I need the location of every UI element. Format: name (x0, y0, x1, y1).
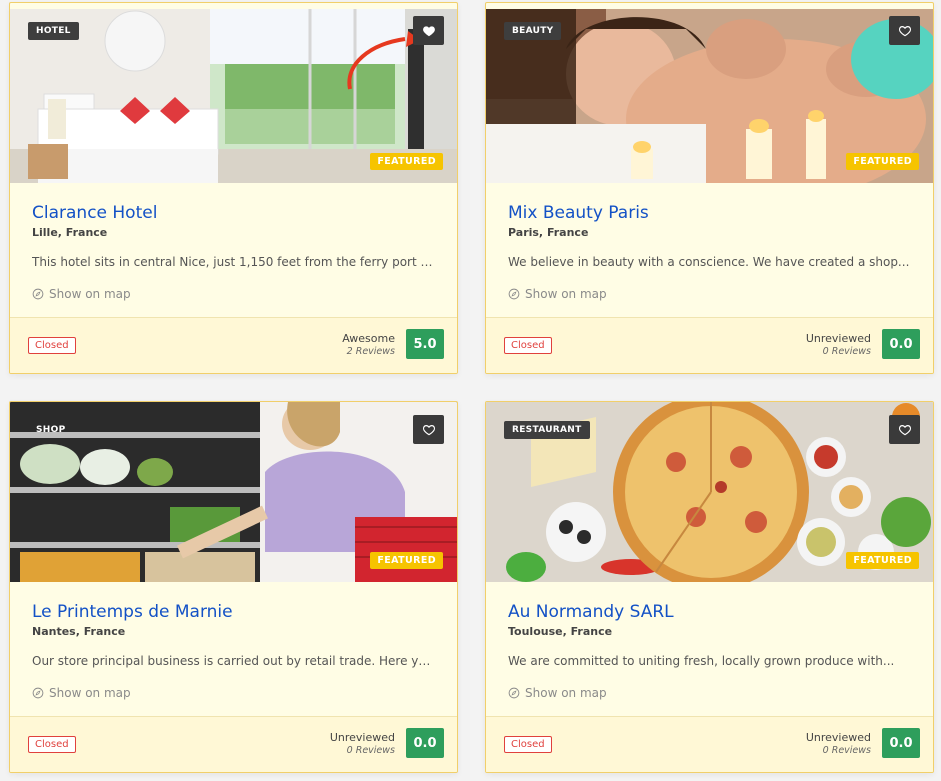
rating-label: Unreviewed (805, 332, 871, 345)
listing-footer: Closed Unreviewed 0 Reviews 0.0 (10, 716, 457, 772)
rating-score: 0.0 (882, 329, 920, 359)
rating-label: Unreviewed (805, 731, 871, 744)
listing-title[interactable]: Le Printemps de Marnie (32, 602, 435, 622)
category-badge[interactable]: HOTEL (28, 22, 79, 40)
favorite-button[interactable] (889, 415, 920, 444)
rating-summary: Awesome 2 Reviews (342, 332, 395, 357)
listing-description: This hotel sits in central Nice, just 1,… (32, 255, 435, 269)
listing-footer: Closed Unreviewed 0 Reviews 0.0 (486, 716, 933, 772)
listing-description: We are committed to uniting fresh, local… (508, 654, 895, 668)
listing-location: Lille, France (32, 226, 108, 239)
listing-card[interactable]: HOTEL FEATURED Clarance Hotel Lille, Fra… (9, 2, 458, 374)
featured-badge: FEATURED (846, 153, 919, 170)
category-badge[interactable]: SHOP (28, 421, 73, 439)
compass-icon (508, 687, 520, 699)
rating-score: 0.0 (406, 728, 444, 758)
listing-description: Our store principal business is carried … (32, 654, 435, 668)
show-on-map-link[interactable]: Show on map (508, 686, 911, 700)
listing-location: Nantes, France (32, 625, 126, 638)
compass-icon (32, 288, 44, 300)
show-on-map-label[interactable]: Show on map (49, 686, 131, 700)
listing-location: Toulouse, France (508, 625, 613, 638)
listing-footer: Closed Unreviewed 0 Reviews 0.0 (486, 317, 933, 373)
show-on-map-link[interactable]: Show on map (508, 287, 911, 301)
rating-summary: Unreviewed 0 Reviews (806, 731, 871, 756)
favorite-button[interactable] (413, 415, 444, 444)
reviews-count[interactable]: 0 Reviews (330, 745, 395, 756)
rating-label: Awesome (342, 332, 395, 345)
show-on-map-label[interactable]: Show on map (49, 287, 131, 301)
favorite-button[interactable] (413, 16, 444, 45)
heart-outline-icon (898, 25, 911, 36)
reviews-count[interactable]: 2 Reviews (342, 346, 395, 357)
featured-badge: FEATURED (370, 552, 443, 569)
listing-card[interactable]: SHOP FEATURED Le Printemps de Marnie Nan… (9, 401, 458, 773)
listing-title[interactable]: Au Normandy SARL (508, 602, 911, 622)
show-on-map-label[interactable]: Show on map (525, 686, 607, 700)
listing-card[interactable]: RESTAURANT FEATURED Au Normandy SARL Tou… (485, 401, 934, 773)
status-badge: Closed (28, 736, 76, 753)
featured-badge: FEATURED (370, 153, 443, 170)
listing-title[interactable]: Mix Beauty Paris (508, 203, 911, 223)
show-on-map-label[interactable]: Show on map (525, 287, 607, 301)
rating-label: Unreviewed (329, 731, 395, 744)
featured-badge: FEATURED (846, 552, 919, 569)
category-badge[interactable]: BEAUTY (504, 22, 562, 40)
heart-outline-icon (898, 424, 911, 435)
listing-card[interactable]: BEAUTY FEATURED Mix Beauty Paris Paris, … (485, 2, 934, 374)
heart-filled-icon (422, 25, 435, 36)
listing-location: Paris, France (508, 226, 589, 239)
rating-score: 0.0 (882, 728, 920, 758)
status-badge: Closed (504, 736, 552, 753)
reviews-count[interactable]: 0 Reviews (806, 346, 871, 357)
rating-summary: Unreviewed 0 Reviews (330, 731, 395, 756)
listing-footer: Closed Awesome 2 Reviews 5.0 (10, 317, 457, 373)
show-on-map-link[interactable]: Show on map (32, 686, 435, 700)
rating-score: 5.0 (406, 329, 444, 359)
listing-title[interactable]: Clarance Hotel (32, 203, 435, 223)
listing-description: We believe in beauty with a conscience. … (508, 255, 910, 269)
heart-outline-icon (422, 424, 435, 435)
favorite-button[interactable] (889, 16, 920, 45)
rating-summary: Unreviewed 0 Reviews (806, 332, 871, 357)
category-badge[interactable]: RESTAURANT (504, 421, 590, 439)
status-badge: Closed (28, 337, 76, 354)
compass-icon (32, 687, 44, 699)
reviews-count[interactable]: 0 Reviews (806, 745, 871, 756)
show-on-map-link[interactable]: Show on map (32, 287, 435, 301)
compass-icon (508, 288, 520, 300)
status-badge: Closed (504, 337, 552, 354)
